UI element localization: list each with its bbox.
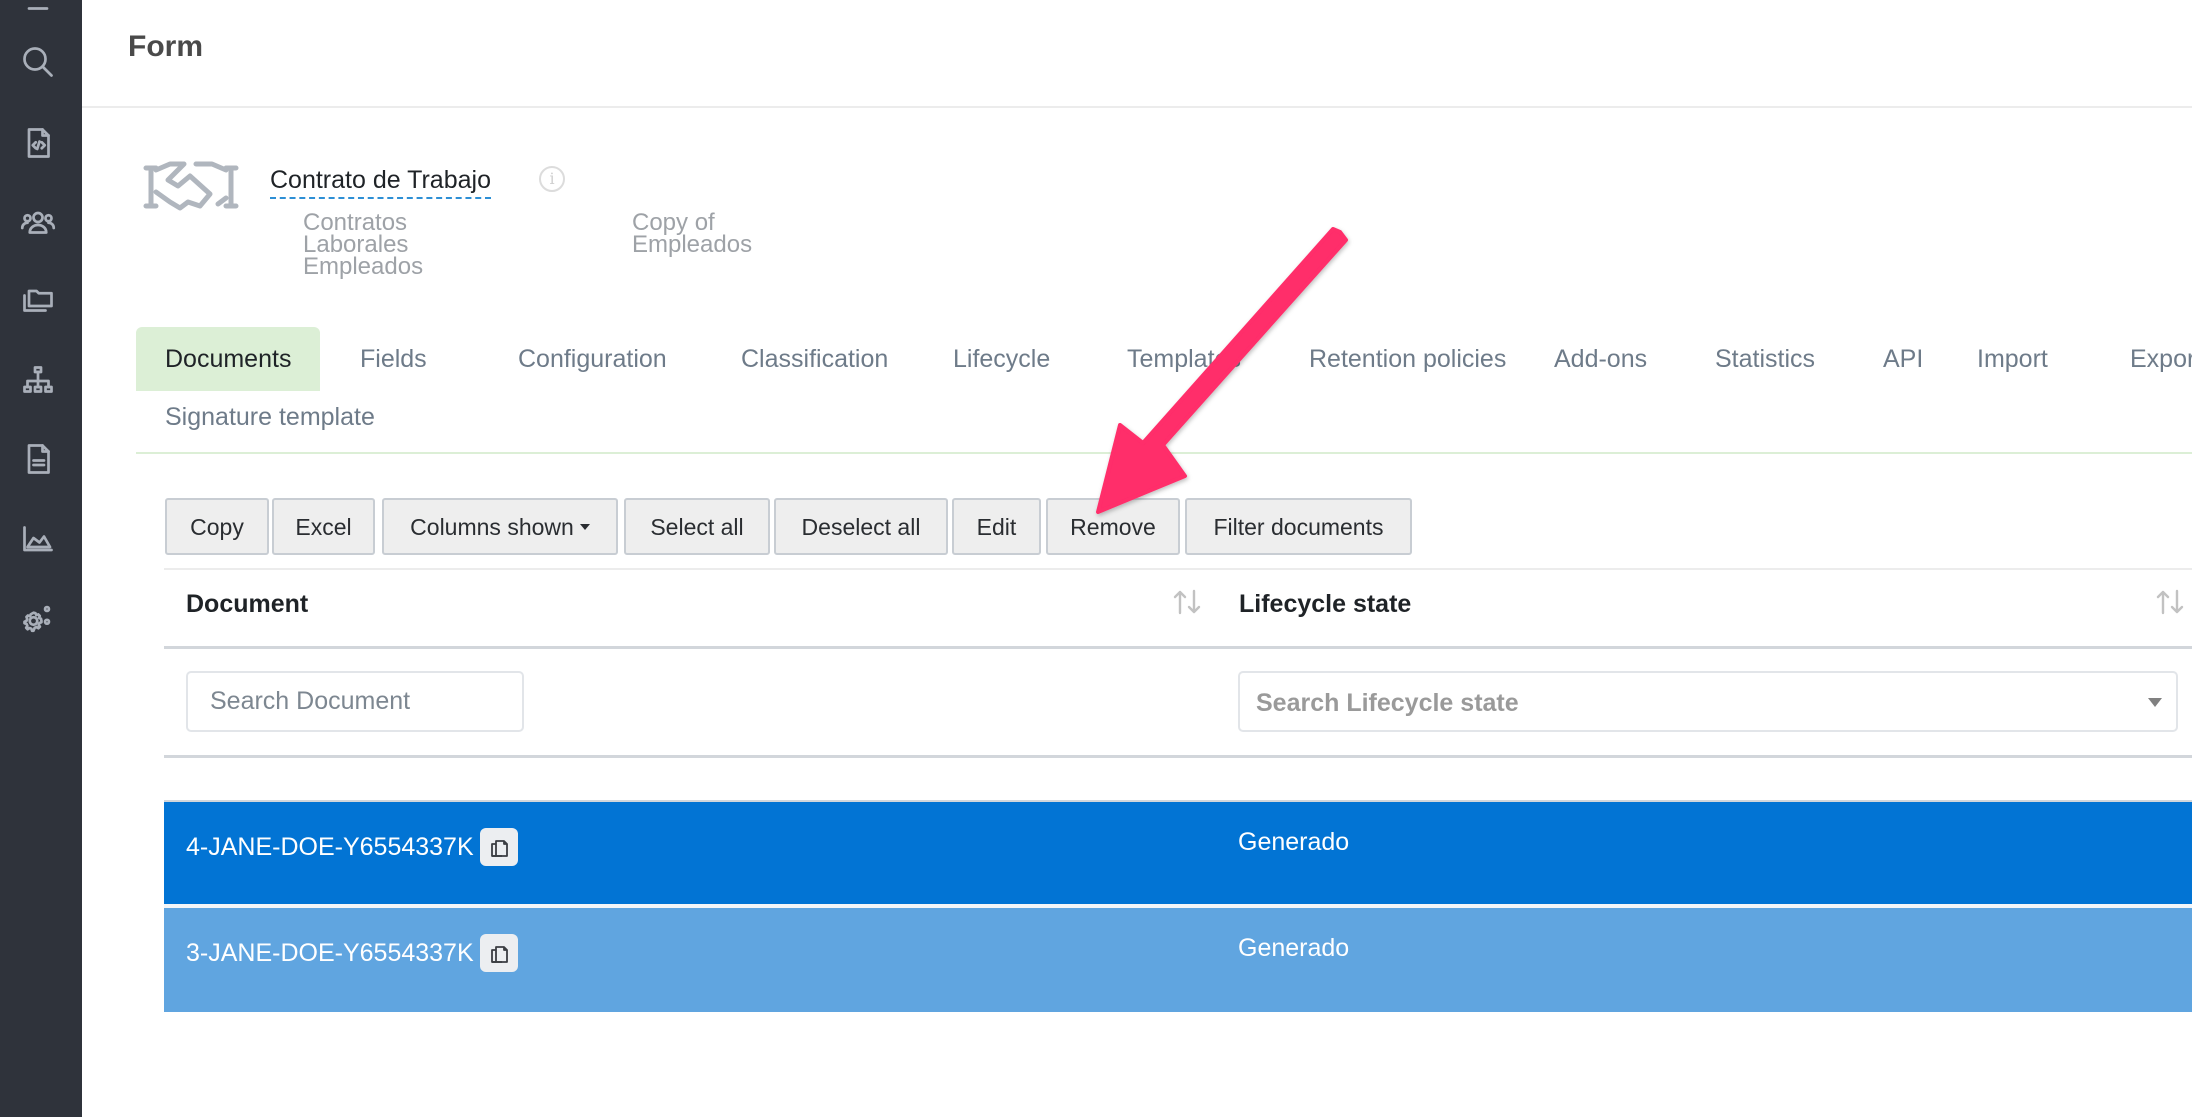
table-top-border bbox=[164, 568, 2192, 570]
document-icon[interactable] bbox=[19, 440, 57, 478]
category-line: Empleados bbox=[632, 231, 753, 258]
header-divider bbox=[164, 646, 2192, 649]
filter-divider bbox=[164, 755, 2192, 758]
form-name-link[interactable]: Contrato de Trabajo bbox=[270, 165, 491, 199]
tab-add-ons[interactable]: Add-ons bbox=[1525, 327, 1676, 391]
tab-lifecycle[interactable]: Lifecycle bbox=[924, 327, 1079, 391]
top-bar: Form bbox=[82, 0, 2192, 108]
lifecycle-state-cell: Generado bbox=[1238, 828, 1350, 856]
tab-statistics[interactable]: Statistics bbox=[1686, 327, 1844, 391]
document-name[interactable]: 3-JANE-DOE-Y6554337K bbox=[186, 939, 474, 968]
tab-import[interactable]: Import bbox=[1948, 327, 2077, 391]
sitemap-icon[interactable] bbox=[19, 362, 57, 400]
document-name[interactable]: 4-JANE-DOE-Y6554337K bbox=[186, 833, 474, 862]
document-cell: 3-JANE-DOE-Y6554337K bbox=[186, 934, 518, 972]
excel-button[interactable]: Excel bbox=[272, 498, 375, 555]
page-title: Form bbox=[128, 30, 203, 63]
tab-export[interactable]: Export bbox=[2101, 327, 2192, 391]
document-cell: 4-JANE-DOE-Y6554337K bbox=[186, 828, 518, 866]
handshake-icon bbox=[143, 161, 239, 211]
tab-retention-policies[interactable]: Retention policies bbox=[1280, 327, 1535, 391]
users-icon[interactable] bbox=[19, 203, 57, 241]
settings-gears-icon[interactable] bbox=[19, 599, 57, 637]
sort-icon[interactable] bbox=[2155, 588, 2185, 616]
tab-fields[interactable]: Fields bbox=[331, 327, 456, 391]
sidebar bbox=[0, 0, 82, 1117]
info-icon[interactable]: i bbox=[539, 166, 565, 192]
folders-icon[interactable] bbox=[19, 281, 57, 319]
area-chart-icon[interactable] bbox=[19, 519, 57, 557]
copy-to-clipboard-icon[interactable] bbox=[479, 828, 518, 866]
search-icon[interactable] bbox=[19, 43, 57, 81]
tab-templates[interactable]: Templates bbox=[1098, 327, 1270, 391]
remove-button[interactable]: Remove bbox=[1046, 498, 1180, 555]
category-line: Empleados bbox=[303, 253, 424, 280]
copy-to-clipboard-icon[interactable] bbox=[479, 934, 518, 972]
code-file-icon[interactable] bbox=[19, 124, 57, 162]
lifecycle-state-cell: Generado bbox=[1238, 934, 1350, 962]
tab-signature-template[interactable]: Signature template bbox=[165, 403, 375, 432]
copy-button[interactable]: Copy bbox=[165, 498, 269, 555]
category-copy-of-empleados: Copy of Empleados bbox=[632, 211, 753, 258]
sort-icon[interactable] bbox=[1172, 588, 1202, 616]
column-header-lifecycle-state[interactable]: Lifecycle state bbox=[1239, 590, 1411, 619]
tab-classification[interactable]: Classification bbox=[712, 327, 917, 391]
filter-documents-button[interactable]: Filter documents bbox=[1185, 498, 1412, 555]
table-row[interactable]: 3-JANE-DOE-Y6554337K Generado bbox=[164, 908, 2192, 1012]
caret-down-icon bbox=[579, 523, 590, 530]
tab-api[interactable]: API bbox=[1854, 327, 1952, 391]
column-header-document[interactable]: Document bbox=[186, 590, 308, 619]
select-all-button[interactable]: Select all bbox=[624, 498, 770, 555]
search-lifecycle-state-select[interactable]: Search Lifecycle state bbox=[1238, 671, 2178, 732]
columns-shown-label: Columns shown bbox=[410, 514, 574, 540]
menu-icon[interactable] bbox=[19, 0, 57, 20]
tab-configuration[interactable]: Configuration bbox=[489, 327, 696, 391]
select-placeholder: Search Lifecycle state bbox=[1256, 689, 1519, 717]
tab-bar: Documents Fields Configuration Classific… bbox=[136, 327, 2192, 391]
search-document-input[interactable] bbox=[186, 671, 524, 732]
columns-shown-dropdown[interactable]: Columns shown bbox=[382, 498, 618, 555]
edit-button[interactable]: Edit bbox=[952, 498, 1041, 555]
table-row[interactable]: 4-JANE-DOE-Y6554337K Generado bbox=[164, 802, 2192, 906]
tab-divider bbox=[136, 452, 2192, 454]
tab-documents[interactable]: Documents bbox=[136, 327, 321, 391]
deselect-all-button[interactable]: Deselect all bbox=[774, 498, 948, 555]
dropdown-arrow-icon bbox=[2148, 698, 2162, 707]
category-contratos-laborales: Contratos Laborales Empleados bbox=[303, 211, 424, 280]
